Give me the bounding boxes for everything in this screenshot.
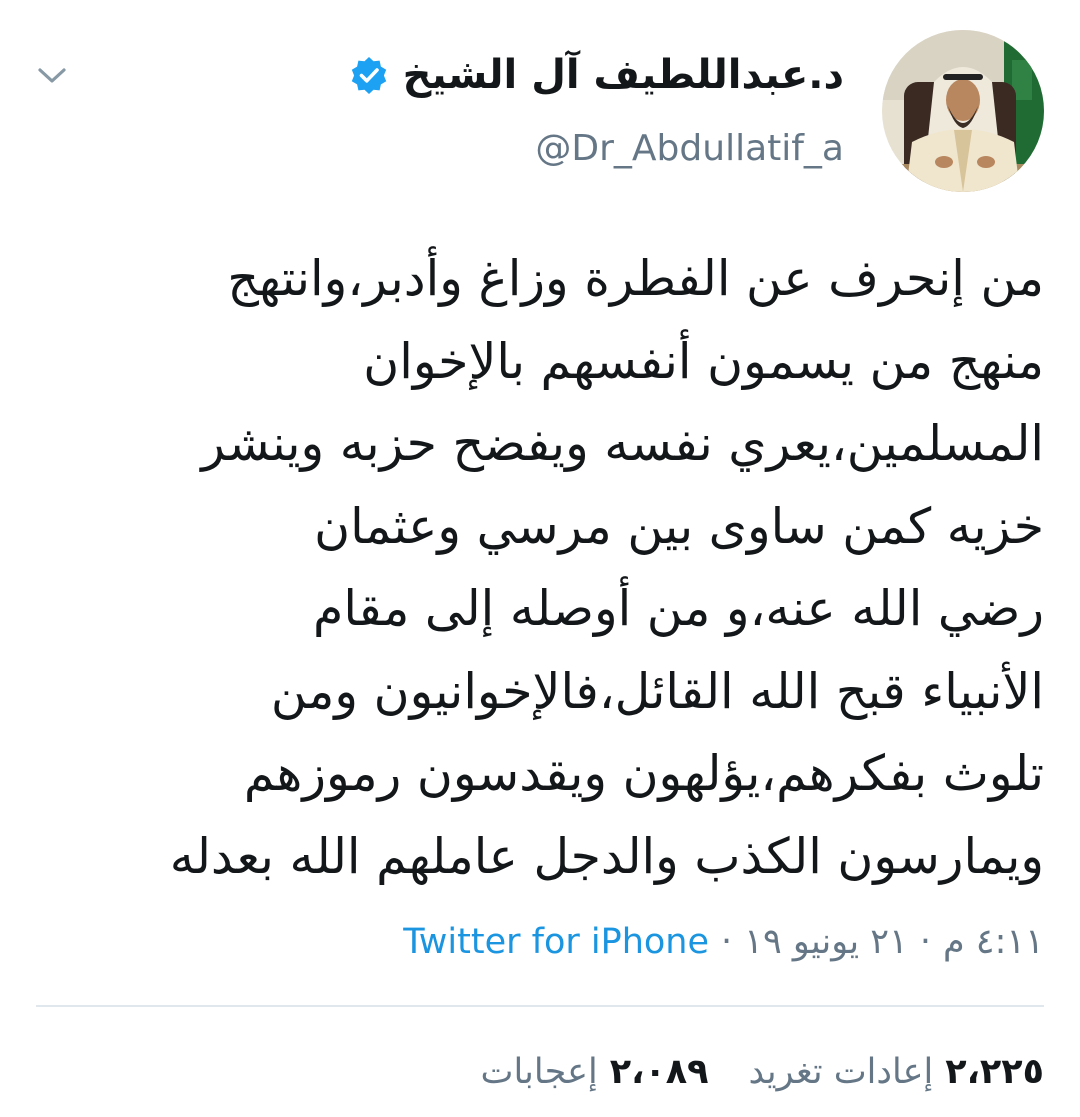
likes-count: ٢،٠٨٩ <box>609 1052 709 1092</box>
tweet-source-link[interactable]: Twitter for iPhone <box>403 922 709 962</box>
tweet-meta: ٤:١١ م · ٢١ يونيو ١٩ · Twitter for iPhone <box>403 914 1044 970</box>
tweet-stats: ٢،٢٢٥ إعادات تغريد ٢،٠٨٩ إعجابات <box>481 1044 1044 1100</box>
retweets-label: إعادات تغريد <box>748 1052 934 1092</box>
avatar-image <box>882 30 1044 192</box>
divider <box>36 1005 1044 1007</box>
meta-separator: · <box>721 922 733 962</box>
tweet-date: ٢١ يونيو ١٩ <box>744 922 908 962</box>
chevron-down-icon <box>38 68 66 83</box>
retweets-stat[interactable]: ٢،٢٢٥ إعادات تغريد <box>749 1044 1044 1100</box>
author-name-row[interactable]: د.عبداللطيف آل الشيخ <box>349 48 844 102</box>
tweet-time: ٤:١١ م <box>943 922 1044 962</box>
verified-badge-icon <box>351 57 386 94</box>
likes-stat[interactable]: ٢،٠٨٩ إعجابات <box>481 1044 709 1100</box>
more-options-chevron-button[interactable] <box>32 58 72 94</box>
meta-separator: · <box>919 922 931 962</box>
author-handle[interactable]: @Dr_Abdullatif_a <box>349 124 844 174</box>
author-avatar[interactable] <box>882 30 1044 192</box>
retweets-count: ٢،٢٢٥ <box>945 1052 1044 1092</box>
likes-label: إعجابات <box>480 1052 598 1092</box>
tweet-text: من إنحرف عن الفطرة وزاغ وأدبر،وانتهج منه… <box>169 250 1044 885</box>
tweet-author-header: د.عبداللطيف آل الشيخ @Dr_Abdullatif_a <box>349 48 844 174</box>
author-name[interactable]: د.عبداللطيف آل الشيخ <box>403 48 844 102</box>
